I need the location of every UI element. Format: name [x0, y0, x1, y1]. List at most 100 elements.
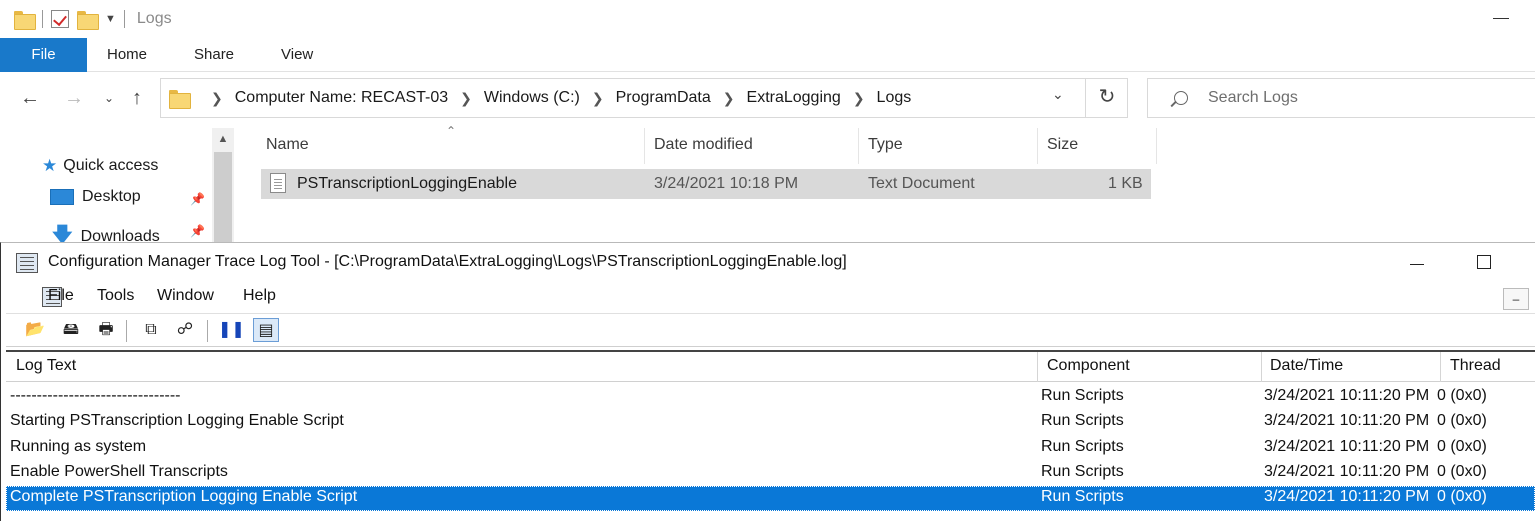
column-header-date-modified[interactable]: Date modified — [654, 136, 753, 154]
log-row[interactable]: Running as system Run Scripts 3/24/2021 … — [6, 436, 1535, 461]
chevron-right-icon[interactable]: ❯ — [853, 90, 865, 107]
log-component: Run Scripts — [1041, 488, 1124, 505]
breadcrumb-item[interactable]: ExtraLogging — [747, 89, 841, 107]
scroll-up-icon[interactable]: ▲ — [214, 130, 232, 148]
open-folder-icon[interactable]: 📂 — [22, 318, 48, 342]
chevron-right-icon[interactable]: ❯ — [592, 90, 604, 107]
desktop-icon — [50, 189, 74, 205]
column-header-thread[interactable]: Thread — [1450, 357, 1501, 375]
log-datetime: 3/24/2021 10:11:20 PM — [1264, 412, 1430, 429]
column-header-type[interactable]: Type — [868, 136, 903, 154]
recent-locations-chevron-icon[interactable]: ⌄ — [104, 86, 114, 110]
column-header-size[interactable]: Size — [1047, 136, 1078, 154]
pause-icon[interactable]: ❚❚ — [218, 318, 245, 342]
chevron-right-icon[interactable]: ❯ — [723, 90, 735, 107]
explorer-title-bar: ▼ Logs — [0, 0, 1535, 38]
navigation-pane: ★ Quick access Desktop 📌 🡇 Downloads 📌 — [0, 128, 236, 246]
column-divider[interactable] — [1156, 128, 1157, 164]
log-row[interactable]: Enable PowerShell Transcripts Run Script… — [6, 461, 1535, 486]
menu-window[interactable]: Window — [157, 287, 214, 305]
log-datetime: 3/24/2021 10:11:20 PM — [1264, 438, 1430, 455]
log-datetime: 3/24/2021 10:11:20 PM — [1264, 488, 1430, 505]
column-header-date-time[interactable]: Date/Time — [1270, 357, 1343, 375]
column-divider[interactable] — [644, 128, 645, 164]
log-thread: 0 (0x0) — [1437, 488, 1487, 505]
text-document-icon — [270, 173, 286, 193]
menu-file[interactable]: File — [48, 287, 74, 305]
save-icon[interactable]: 🖴 — [58, 318, 84, 342]
log-row[interactable]: Starting PSTranscription Logging Enable … — [6, 410, 1535, 435]
star-icon: ★ — [42, 156, 58, 175]
quick-access-toolbar: ▼ Logs — [14, 7, 172, 31]
toolbar-divider — [123, 10, 125, 28]
up-arrow-icon[interactable]: ↑ — [132, 86, 142, 110]
column-header-log-text[interactable]: Log Text — [16, 357, 76, 375]
tab-view[interactable]: View — [281, 38, 313, 72]
cmtrace-app-icon — [16, 253, 38, 273]
minimize-icon[interactable] — [1493, 18, 1509, 19]
chevron-right-icon[interactable]: ❯ — [460, 90, 472, 107]
search-placeholder: Search Logs — [1208, 89, 1298, 106]
toolbar-divider — [42, 10, 43, 28]
column-divider[interactable] — [858, 128, 859, 164]
cmtrace-window-title: Configuration Manager Trace Log Tool - [… — [48, 253, 847, 270]
tab-file[interactable]: File — [0, 38, 87, 72]
breadcrumb-item[interactable]: Windows (C:) — [484, 89, 580, 107]
menu-tools[interactable]: Tools — [97, 287, 134, 305]
file-size: 1 KB — [1108, 175, 1143, 192]
maximize-icon[interactable] — [1477, 255, 1491, 269]
breadcrumb: ❯ Computer Name: RECAST-03 ❯ Windows (C:… — [199, 89, 911, 107]
new-folder-icon[interactable] — [77, 10, 99, 30]
file-explorer-window: ▼ Logs File Home Share View ← → ⌄ ↑ ❯ Co… — [0, 0, 1535, 246]
window-title: Logs — [136, 10, 172, 27]
tab-share[interactable]: Share — [194, 38, 234, 72]
document-minimize-icon[interactable]: – — [1503, 288, 1529, 310]
properties-icon[interactable] — [51, 10, 69, 28]
file-type: Text Document — [868, 175, 975, 192]
pin-icon[interactable]: 📌 — [190, 224, 205, 238]
tab-home[interactable]: Home — [107, 38, 147, 72]
chevron-right-icon[interactable]: ❯ — [211, 90, 223, 107]
copy-icon[interactable]: ⧉ — [138, 318, 164, 342]
column-divider[interactable] — [1261, 352, 1262, 382]
toggle-details-icon[interactable]: ▤ — [253, 318, 279, 342]
log-text: Starting PSTranscription Logging Enable … — [10, 412, 344, 429]
log-row-selected[interactable]: Complete PSTranscription Logging Enable … — [6, 486, 1535, 511]
nav-item-desktop[interactable]: Desktop — [50, 188, 141, 206]
breadcrumb-item[interactable]: Computer Name: RECAST-03 — [235, 89, 448, 107]
log-thread: 0 (0x0) — [1437, 387, 1487, 404]
log-row[interactable]: -------------------------------- Run Scr… — [6, 385, 1535, 410]
ribbon-tabs: File Home Share View — [0, 38, 1535, 72]
back-arrow-icon[interactable]: ← — [20, 86, 40, 110]
forward-arrow-icon[interactable]: → — [64, 86, 84, 110]
pin-icon[interactable]: 📌 — [190, 192, 205, 206]
toolbar-divider — [207, 320, 208, 342]
address-dropdown-chevron-icon[interactable]: ⌄ — [1052, 86, 1064, 103]
column-divider[interactable] — [1440, 352, 1441, 382]
scrollbar-thumb[interactable] — [214, 152, 232, 242]
column-divider[interactable] — [1037, 128, 1038, 164]
breadcrumb-item[interactable]: Logs — [877, 89, 912, 107]
menu-help[interactable]: Help — [243, 287, 276, 305]
find-binoculars-icon[interactable]: ☍ — [172, 318, 198, 342]
sort-ascending-icon: ⌃ — [446, 124, 457, 138]
minimize-icon[interactable] — [1410, 264, 1424, 265]
log-component: Run Scripts — [1041, 463, 1124, 480]
folder-icon[interactable] — [14, 10, 36, 30]
log-datetime: 3/24/2021 10:11:20 PM — [1264, 387, 1430, 404]
file-name[interactable]: PSTranscriptionLoggingEnable — [297, 175, 517, 193]
address-bar[interactable]: ❯ Computer Name: RECAST-03 ❯ Windows (C:… — [160, 78, 1128, 118]
file-date-modified: 3/24/2021 10:18 PM — [654, 175, 799, 192]
column-divider[interactable] — [1037, 352, 1038, 382]
nav-item-quick-access[interactable]: ★ Quick access — [42, 156, 158, 176]
breadcrumb-item[interactable]: ProgramData — [616, 89, 711, 107]
column-header-name[interactable]: Name — [266, 136, 309, 154]
refresh-icon[interactable]: ↻ — [1085, 78, 1128, 118]
search-input[interactable]: Search Logs — [1147, 78, 1535, 118]
toolbar-divider — [126, 320, 127, 342]
log-component: Run Scripts — [1041, 412, 1124, 429]
customize-toolbar-chevron-icon[interactable]: ▼ — [105, 13, 116, 25]
log-text: Complete PSTranscription Logging Enable … — [10, 488, 358, 505]
print-icon[interactable]: 🖶 — [93, 318, 119, 342]
column-header-component[interactable]: Component — [1047, 357, 1130, 375]
